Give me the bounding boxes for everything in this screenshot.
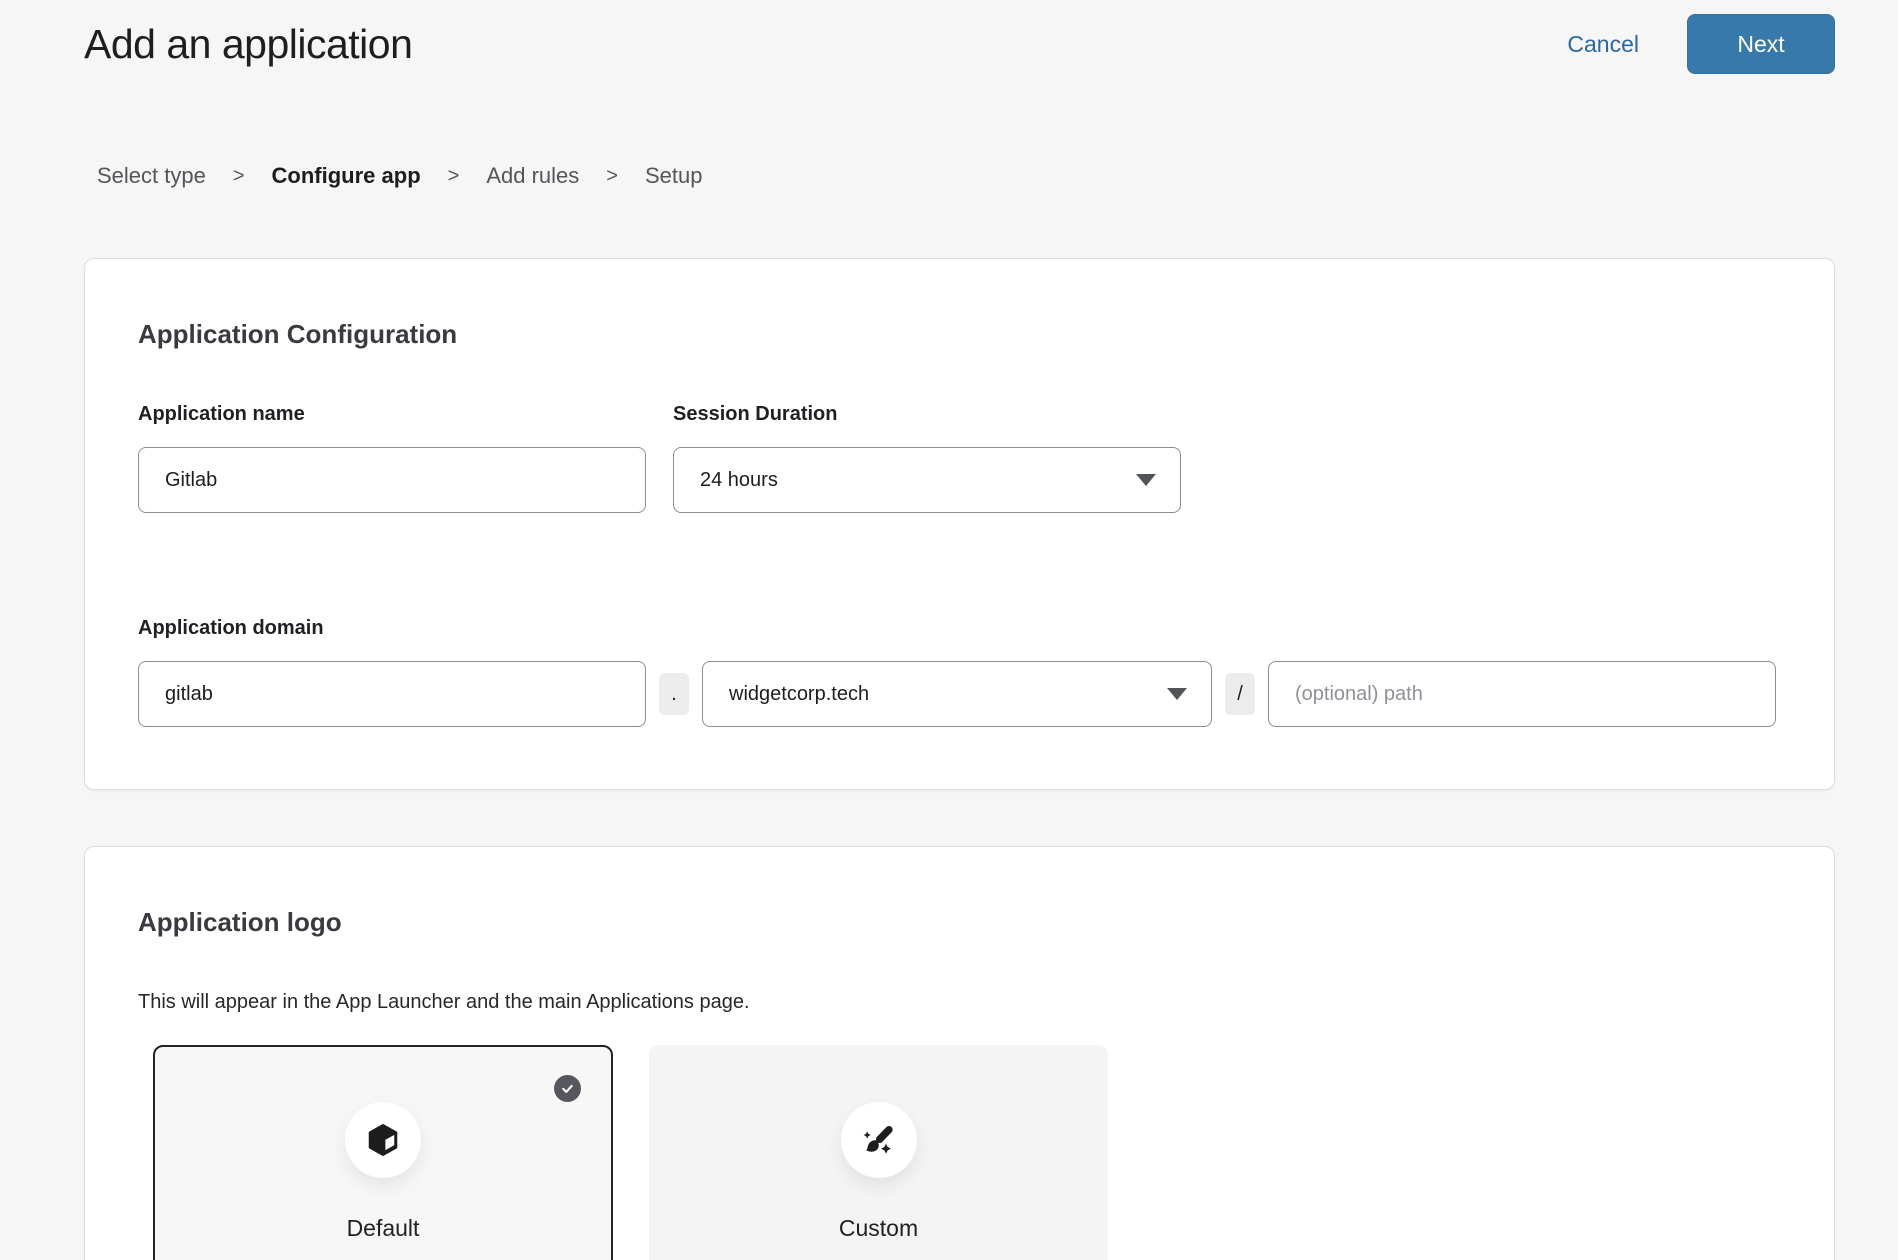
application-name-label: Application name [138,403,646,426]
logo-option-label: Default [155,1215,611,1242]
custom-logo-circle [841,1102,917,1178]
breadcrumb-separator: > [448,165,460,188]
paintbrush-icon [859,1120,899,1160]
application-domain-label: Application domain [138,617,1781,640]
application-domain-controls: . widgetcorp.tech / [138,661,1781,727]
default-logo-circle [345,1102,421,1178]
breadcrumb-step-add-rules[interactable]: Add rules [486,163,579,189]
logo-option-label: Custom [651,1215,1106,1242]
breadcrumb-separator: > [233,165,245,188]
page-title: Add an application [84,21,1567,68]
name-duration-row: Application name Session Duration 24 hou… [138,403,1781,513]
application-logo-card: Application logo This will appear in the… [84,846,1835,1260]
breadcrumb-separator: > [606,165,618,188]
next-button[interactable]: Next [1687,14,1835,74]
session-duration-field-group: Session Duration 24 hours [673,403,1181,513]
session-duration-label: Session Duration [673,403,1181,426]
domain-select[interactable]: widgetcorp.tech [702,661,1212,727]
logo-option-custom[interactable]: Custom [649,1045,1108,1260]
page-header: Add an application Cancel Next [0,0,1898,74]
breadcrumb: Select type > Configure app > Add rules … [97,163,1898,189]
session-duration-selected-value: 24 hours [700,469,778,492]
session-duration-select[interactable]: 24 hours [673,447,1181,513]
logo-card-description: This will appear in the App Launcher and… [138,991,1781,1014]
application-name-input[interactable] [138,447,646,513]
logo-card-heading: Application logo [138,907,1781,938]
chevron-down-icon [1136,474,1156,486]
path-input[interactable] [1268,661,1776,727]
breadcrumb-step-select-type[interactable]: Select type [97,163,206,189]
cube-icon [364,1121,402,1159]
check-badge-icon [554,1075,581,1102]
breadcrumb-step-configure-app[interactable]: Configure app [272,163,421,189]
slash-separator: / [1225,673,1255,715]
chevron-down-icon [1167,688,1187,700]
breadcrumb-step-setup[interactable]: Setup [645,163,703,189]
configuration-card-heading: Application Configuration [138,319,1781,350]
domain-selected-value: widgetcorp.tech [729,683,869,706]
logo-option-default[interactable]: Default [153,1045,613,1260]
logo-option-tiles: Default Custom [153,1045,1781,1260]
application-name-field-group: Application name [138,403,646,513]
dot-separator: . [659,673,689,715]
add-application-page: Add an application Cancel Next Select ty… [0,0,1898,1260]
subdomain-input[interactable] [138,661,646,727]
application-domain-row: Application domain . widgetcorp.tech / [138,617,1781,727]
cancel-button[interactable]: Cancel [1567,31,1639,58]
application-configuration-card: Application Configuration Application na… [84,258,1835,790]
